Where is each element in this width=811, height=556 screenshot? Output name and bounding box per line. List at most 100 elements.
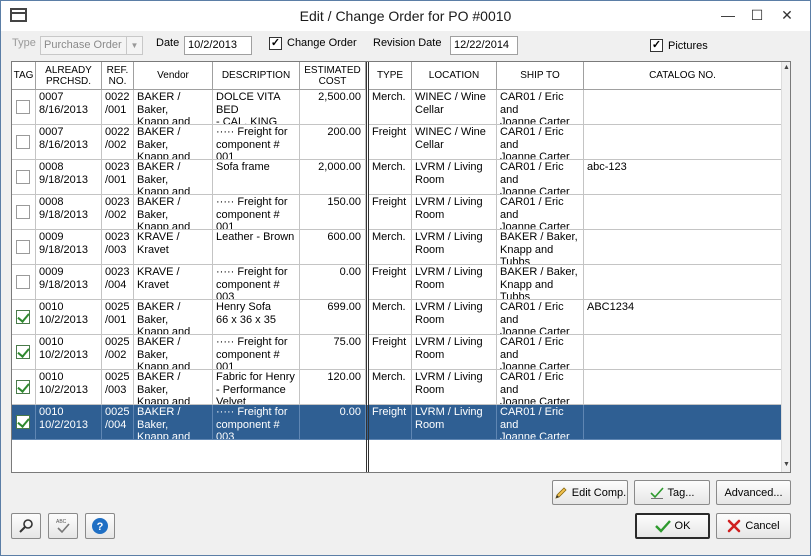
cell-vendor[interactable]: BAKER / Baker, Knapp and Tubbs <box>134 160 213 195</box>
cell-location[interactable]: LVRM / Living Room <box>412 195 497 230</box>
cell-location[interactable]: LVRM / Living Room <box>412 370 497 405</box>
cell-type[interactable]: Merch. <box>369 230 412 265</box>
cell-ref-no[interactable]: 0025 /004 <box>102 405 134 440</box>
cell-vendor[interactable]: BAKER / Baker, Knapp and Tubbs <box>134 370 213 405</box>
cell-vendor[interactable]: BAKER / Baker, Knapp and Tubbs <box>134 125 213 160</box>
scroll-up-icon[interactable]: ▲ <box>782 63 790 73</box>
table-row[interactable]: 0009 9/18/2013 0023 /004 KRAVE / Kravet ···… <box>12 265 782 300</box>
cell-catalog-no[interactable]: ABC1234 <box>584 300 782 335</box>
cell-location[interactable]: LVRM / Living Room <box>412 300 497 335</box>
cell-description[interactable]: DOLCE VITA BED - CAL. KING No. 3726-07 <box>213 90 300 125</box>
type-select[interactable]: Purchase Order ▼ <box>40 36 143 55</box>
cell-type[interactable]: Merch. <box>369 160 412 195</box>
close-button[interactable]: ✕ <box>773 4 801 26</box>
col-header-ship-to[interactable]: SHIP TO <box>497 62 584 90</box>
cell-vendor[interactable]: KRAVE / Kravet <box>134 265 213 300</box>
cell-type[interactable]: Freight <box>369 195 412 230</box>
cell-ship-to[interactable]: CAR01 / Eric and Joanne Carter <box>497 300 584 335</box>
cell-description[interactable]: ····· Freight for component # 003 <box>213 265 300 300</box>
scroll-down-icon[interactable]: ▼ <box>782 460 790 470</box>
cell-already-purchased[interactable]: 0010 10/2/2013 <box>36 335 102 370</box>
cell-already-purchased[interactable]: 0007 8/16/2013 <box>36 90 102 125</box>
cell-description[interactable]: ····· Freight for component # 001 <box>213 195 300 230</box>
cell-catalog-no[interactable] <box>584 405 782 440</box>
cancel-button[interactable]: Cancel <box>716 513 791 539</box>
cell-vendor[interactable]: KRAVE / Kravet <box>134 230 213 265</box>
cell-location[interactable]: LVRM / Living Room <box>412 160 497 195</box>
cell-ship-to[interactable]: CAR01 / Eric and Joanne Carter <box>497 160 584 195</box>
cell-catalog-no[interactable] <box>584 125 782 160</box>
col-header-tag[interactable]: TAG <box>12 62 36 90</box>
cell-catalog-no[interactable]: abc-123 <box>584 160 782 195</box>
cell-catalog-no[interactable] <box>584 230 782 265</box>
cell-location[interactable]: LVRM / Living Room <box>412 335 497 370</box>
cell-already-purchased[interactable]: 0010 10/2/2013 <box>36 370 102 405</box>
cell-type[interactable]: Freight <box>369 265 412 300</box>
cell-already-purchased[interactable]: 0008 9/18/2013 <box>36 195 102 230</box>
ok-button[interactable]: OK <box>635 513 710 539</box>
tag-checkbox[interactable] <box>16 275 30 289</box>
table-row[interactable]: 0008 9/18/2013 0023 /002 BAKER / Baker, Kn… <box>12 195 782 230</box>
cell-description[interactable]: ····· Freight for component # 001 <box>213 125 300 160</box>
cell-ref-no[interactable]: 0025 /003 <box>102 370 134 405</box>
col-header-estimated-cost[interactable]: ESTIMATED COST <box>300 62 366 90</box>
cell-type[interactable]: Freight <box>369 405 412 440</box>
tag-checkbox[interactable] <box>16 345 30 359</box>
tag-checkbox[interactable] <box>16 205 30 219</box>
cell-ref-no[interactable]: 0022 /001 <box>102 90 134 125</box>
cell-description[interactable]: ····· Freight for component # 003 <box>213 405 300 440</box>
cell-description[interactable]: ····· Freight for component # 001 <box>213 335 300 370</box>
cell-ship-to[interactable]: CAR01 / Eric and Joanne Carter <box>497 405 584 440</box>
tag-checkbox[interactable] <box>16 100 30 114</box>
cell-already-purchased[interactable]: 0009 9/18/2013 <box>36 230 102 265</box>
table-row[interactable]: 0009 9/18/2013 0023 /003 KRAVE / Kravet Lea… <box>12 230 782 265</box>
help-button[interactable]: ? <box>85 513 115 539</box>
cell-type[interactable]: Merch. <box>369 300 412 335</box>
cell-already-purchased[interactable]: 0010 10/2/2013 <box>36 405 102 440</box>
spell-check-button[interactable]: ABC <box>48 513 78 539</box>
advanced-button[interactable]: Advanced... <box>716 480 791 505</box>
cell-ref-no[interactable]: 0023 /002 <box>102 195 134 230</box>
cell-location[interactable]: WINEC / Wine Cellar <box>412 125 497 160</box>
col-header-ref-no[interactable]: REF. NO. <box>102 62 134 90</box>
cell-type[interactable]: Freight <box>369 125 412 160</box>
cell-ship-to[interactable]: CAR01 / Eric and Joanne Carter <box>497 370 584 405</box>
cell-description[interactable]: Fabric for Henry - Performance Velvet <box>213 370 300 405</box>
table-row[interactable]: 0010 10/2/2013 0025 /003 BAKER / Baker, Kn… <box>12 370 782 405</box>
vertical-scrollbar[interactable]: ▲ ▼ <box>781 62 790 472</box>
cell-catalog-no[interactable] <box>584 195 782 230</box>
table-row[interactable]: 0007 8/16/2013 0022 /001 BAKER / Baker, Kn… <box>12 90 782 125</box>
col-header-catalog-no[interactable]: CATALOG NO. <box>584 62 782 90</box>
table-row[interactable]: 0010 10/2/2013 0025 /002 BAKER / Baker, Kn… <box>12 335 782 370</box>
cell-catalog-no[interactable] <box>584 370 782 405</box>
tag-checkbox[interactable] <box>16 380 30 394</box>
col-header-type[interactable]: TYPE <box>369 62 412 90</box>
minimize-button[interactable]: — <box>714 4 742 26</box>
cell-location[interactable]: LVRM / Living Room <box>412 230 497 265</box>
cell-estimated-cost[interactable]: 0.00 <box>300 405 366 440</box>
cell-catalog-no[interactable] <box>584 90 782 125</box>
cell-ship-to[interactable]: BAKER / Baker, Knapp and Tubbs <box>497 265 584 300</box>
cell-ref-no[interactable]: 0025 /001 <box>102 300 134 335</box>
col-header-description[interactable]: DESCRIPTION <box>213 62 300 90</box>
cell-ship-to[interactable]: BAKER / Baker, Knapp and Tubbs <box>497 230 584 265</box>
cell-ref-no[interactable]: 0022 /002 <box>102 125 134 160</box>
table-row[interactable]: 0010 10/2/2013 0025 /004 BAKER / Baker, Kn… <box>12 405 782 440</box>
pictures-checkbox[interactable]: ✓ <box>650 39 663 52</box>
cell-estimated-cost[interactable]: 75.00 <box>300 335 366 370</box>
cell-ref-no[interactable]: 0023 /003 <box>102 230 134 265</box>
cell-location[interactable]: LVRM / Living Room <box>412 405 497 440</box>
cell-description[interactable]: Henry Sofa 66 x 36 x 35 <box>213 300 300 335</box>
cell-already-purchased[interactable]: 0008 9/18/2013 <box>36 160 102 195</box>
cell-type[interactable]: Freight <box>369 335 412 370</box>
col-header-already-purchased[interactable]: ALREADY PRCHSD. <box>36 62 102 90</box>
tag-checkbox[interactable] <box>16 240 30 254</box>
order-lines-grid[interactable]: TAG ALREADY PRCHSD. REF. NO. Vendor DESC… <box>11 61 791 473</box>
col-header-vendor[interactable]: Vendor <box>134 62 213 90</box>
revision-date-field[interactable]: 12/22/2014 <box>450 36 518 55</box>
cell-location[interactable]: LVRM / Living Room <box>412 265 497 300</box>
change-order-checkbox[interactable]: ✓ <box>269 37 282 50</box>
cell-already-purchased[interactable]: 0010 10/2/2013 <box>36 300 102 335</box>
cell-already-purchased[interactable]: 0007 8/16/2013 <box>36 125 102 160</box>
cell-estimated-cost[interactable]: 2,000.00 <box>300 160 366 195</box>
